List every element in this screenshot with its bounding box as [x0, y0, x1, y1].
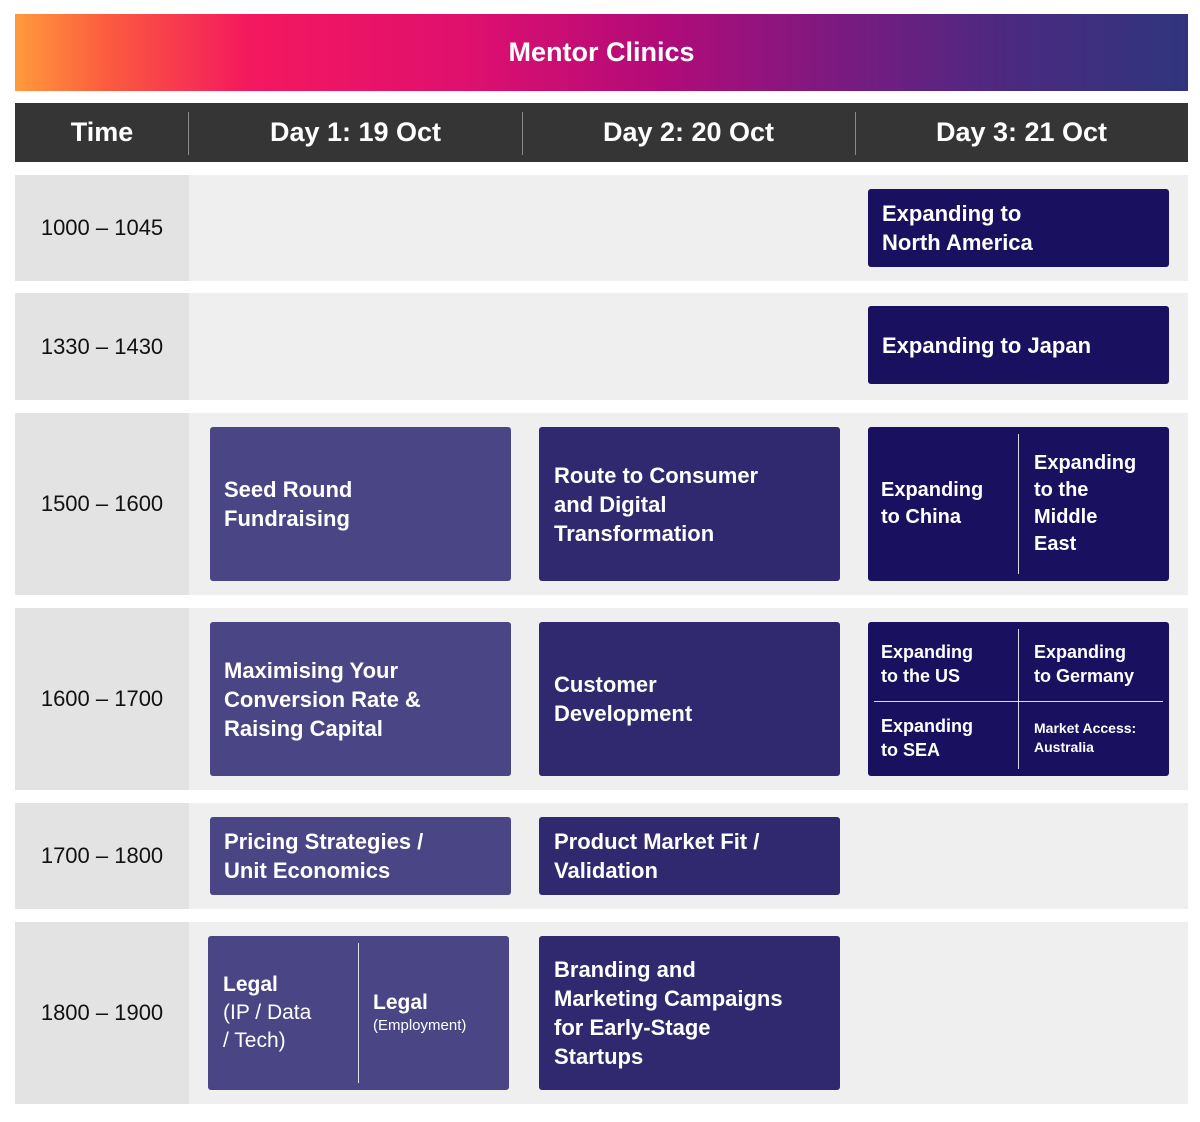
time-cell: 1800 – 1900	[15, 922, 189, 1104]
session-card[interactable]: Seed Round Fundraising	[210, 427, 511, 581]
session-title-line: Development	[554, 701, 693, 726]
time-cell: 1000 – 1045	[15, 175, 189, 281]
session-subtitle-line: / Tech)	[223, 1029, 286, 1052]
session-title-line: Expanding to	[882, 201, 1022, 226]
time-cell: 1500 – 1600	[15, 413, 189, 595]
header-day3: Day 3: 21 Oct	[935, 117, 1108, 147]
session-card[interactable]: Expanding to the Middle East	[1019, 427, 1169, 581]
session-title-line: to China	[881, 506, 961, 528]
session-title-line: Customer	[554, 672, 657, 697]
session-title-line: Seed Round	[224, 477, 353, 502]
session-title-line: Raising Capital	[224, 715, 383, 741]
page-title: Mentor Clinics	[508, 37, 695, 67]
grid-divider	[874, 701, 1163, 702]
session-title-line: to SEA	[881, 740, 941, 760]
session-title-line: Product Market Fit /	[554, 829, 760, 854]
session-title-line: Expanding	[881, 716, 974, 736]
session-card[interactable]: Expanding to Germany	[1019, 629, 1169, 699]
session-title-line: Startups	[554, 1044, 644, 1069]
session-title-line: Unit Economics	[224, 858, 391, 883]
session-subtitle-line: (IP / Data	[223, 1001, 312, 1024]
session-card[interactable]: Legal (IP / Data / Tech)	[208, 936, 358, 1090]
time-cell: 1700 – 1800	[15, 803, 189, 909]
session-title-line: North America	[882, 230, 1033, 255]
session-card[interactable]: Pricing Strategies / Unit Economics	[210, 817, 511, 895]
session-title-line: Expanding	[1034, 452, 1137, 474]
session-title-line: Pricing Strategies /	[224, 829, 424, 854]
session-card[interactable]: Expanding to Japan	[868, 306, 1169, 384]
session-title-line: Validation	[554, 858, 658, 883]
session-card[interactable]: Expanding to SEA	[868, 703, 1018, 773]
session-subtitle-line: (Employment)	[373, 1017, 467, 1034]
session-title-line: to the	[1034, 479, 1089, 501]
session-card[interactable]: Market Access: Australia	[1019, 703, 1169, 773]
session-title-line: Branding and	[554, 957, 696, 982]
session-title-line: Legal	[373, 991, 428, 1014]
session-title-line: Legal	[223, 973, 278, 996]
session-title-line: Fundraising	[224, 506, 350, 531]
session-card[interactable]: Branding and Marketing Campaigns for Ear…	[539, 936, 840, 1090]
session-card[interactable]: Maximising Your Conversion Rate & Raisin…	[210, 622, 511, 776]
session-title-line: and Digital	[554, 491, 667, 517]
session-title-line: for Early-Stage	[554, 1015, 711, 1040]
session-title-line: Conversion Rate &	[224, 686, 421, 712]
header-day2: Day 2: 20 Oct	[602, 117, 775, 147]
session-title-line: Market Access:	[1034, 720, 1137, 736]
page-title-banner: Mentor Clinics	[15, 14, 1188, 91]
session-title-line: Australia	[1034, 739, 1094, 755]
session-card[interactable]: Expanding to North America	[868, 189, 1169, 267]
session-card[interactable]: Route to Consumer and Digital Transforma…	[539, 427, 840, 581]
session-card[interactable]: Expanding to the US	[868, 629, 1018, 699]
session-title-line: to the US	[881, 666, 960, 686]
time-cell: 1600 – 1700	[15, 608, 189, 790]
session-card[interactable]: Product Market Fit / Validation	[539, 817, 840, 895]
time-cell: 1330 – 1430	[15, 293, 189, 400]
session-title-line: Maximising Your	[224, 657, 399, 683]
session-card[interactable]: Legal (Employment)	[359, 936, 509, 1090]
header-day1: Day 1: 19 Oct	[269, 117, 442, 147]
session-title-line: Middle	[1034, 506, 1098, 528]
session-title-line: Expanding	[881, 479, 984, 501]
session-title: Expanding to Japan	[882, 332, 1092, 358]
session-title-line: Marketing Campaigns	[554, 986, 783, 1011]
session-title-line: to Germany	[1034, 666, 1135, 686]
session-title-line: Transformation	[554, 520, 715, 546]
session-title-line: Expanding	[1034, 642, 1127, 662]
session-card[interactable]: Expanding to China	[868, 427, 1018, 581]
session-title-line: East	[1034, 533, 1077, 555]
session-title-line: Expanding	[881, 642, 974, 662]
session-title-line: Route to Consumer	[554, 462, 759, 488]
header-time: Time	[70, 117, 134, 147]
session-card[interactable]: Customer Development	[539, 622, 840, 776]
